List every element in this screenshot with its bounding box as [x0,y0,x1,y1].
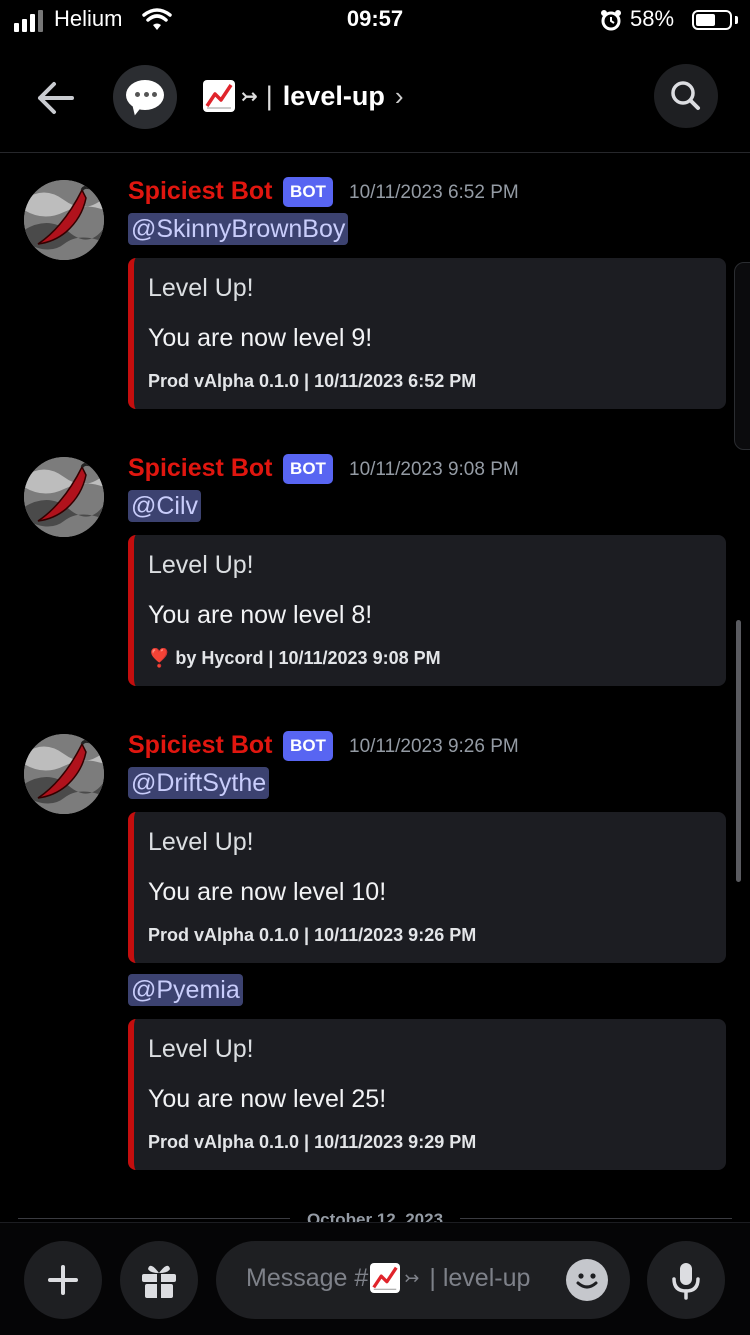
level-up-embed: Level Up! You are now level 9! Prod vAlp… [128,258,726,409]
embed-footer: Prod vAlpha 0.1.0 | 10/11/2023 6:52 PM [148,371,477,391]
chat-bubble-tail [127,101,143,117]
chart-increasing-icon [203,80,235,112]
scrollbar[interactable] [736,620,741,882]
embed-footer: Prod vAlpha 0.1.0 | 10/11/2023 9:29 PM [148,1132,477,1152]
avatar[interactable] [24,457,104,537]
chart-increasing-icon [370,1263,401,1293]
bot-badge: BOT [283,177,333,207]
plus-icon [48,1265,78,1295]
level-up-embed: Level Up! You are now level 25! Prod vAl… [128,1019,726,1170]
message-placeholder: Message # ↣ | level-up [246,1263,530,1293]
emoji-button[interactable] [566,1259,608,1301]
search-icon [671,81,700,110]
status-bar: Helium 09:57 58% [0,0,750,44]
gift-icon [142,1265,176,1298]
voice-button[interactable] [647,1241,725,1319]
username[interactable]: Spiciest Bot [128,177,272,206]
user-mention[interactable]: @DriftSythe [128,767,270,799]
search-button[interactable] [654,64,718,128]
arrow-tail-icon: ↣ [241,85,258,108]
embed-title: Level Up! [148,551,254,579]
embed-footer: Prod vAlpha 0.1.0 | 10/11/2023 9:26 PM [148,925,477,945]
channel-separator: | [265,80,273,111]
embed-description: You are now level 10! [148,878,387,906]
alarm-icon [601,10,621,31]
message-timestamp: 10/11/2023 6:52 PM [349,182,519,203]
channel-title[interactable]: ↣ | level-up › [203,74,403,118]
embed-title: Level Up! [148,1035,254,1063]
microphone-icon [672,1263,700,1300]
battery-percent: 58% [630,6,675,31]
avatar[interactable] [24,180,104,260]
chevron-right-icon: › [394,80,404,111]
level-up-embed: Level Up! You are now level 10! Prod vAl… [128,812,726,963]
embed-title: Level Up! [148,274,254,302]
message-input[interactable]: Message # ↣ | level-up [216,1241,630,1319]
attach-button[interactable] [24,1241,102,1319]
bubble-dots [135,92,157,97]
gift-button[interactable] [120,1241,198,1319]
channel-header: ↣ | level-up › [0,44,750,153]
placeholder-prefix: Message # [246,1263,369,1292]
placeholder-channel: | level-up [429,1263,531,1292]
back-arrow-icon[interactable] [28,74,84,122]
user-mention[interactable]: @Cilv [128,490,202,522]
embed-footer: ❣️ by Hycord | 10/11/2023 9:08 PM [148,648,441,668]
bot-badge: BOT [283,454,333,484]
embed-description: You are now level 25! [148,1085,387,1113]
channel-name: level-up [282,80,385,111]
avatar[interactable] [24,734,104,814]
level-up-embed: Level Up! You are now level 8! ❣️ by Hyc… [128,535,726,686]
embed-description: You are now level 8! [148,601,373,629]
message-composer: Message # ↣ | level-up [0,1222,750,1335]
message-timestamp: 10/11/2023 9:08 PM [349,459,519,480]
username[interactable]: Spiciest Bot [128,454,272,483]
smiley-icon [576,1273,598,1289]
bot-badge: BOT [283,731,333,761]
battery-icon [692,10,732,30]
arrow-tail-icon: ↣ [404,1267,420,1288]
user-mention[interactable]: @Pyemia [128,974,243,1006]
side-panel-peek[interactable] [734,262,750,450]
embed-title: Level Up! [148,828,254,856]
user-mention[interactable]: @SkinnyBrownBoy [128,213,349,245]
threads-button[interactable] [113,65,177,129]
username[interactable]: Spiciest Bot [128,731,272,760]
embed-description: You are now level 9! [148,324,373,352]
message-timestamp: 10/11/2023 9:26 PM [349,736,519,757]
battery-cap [735,16,738,24]
